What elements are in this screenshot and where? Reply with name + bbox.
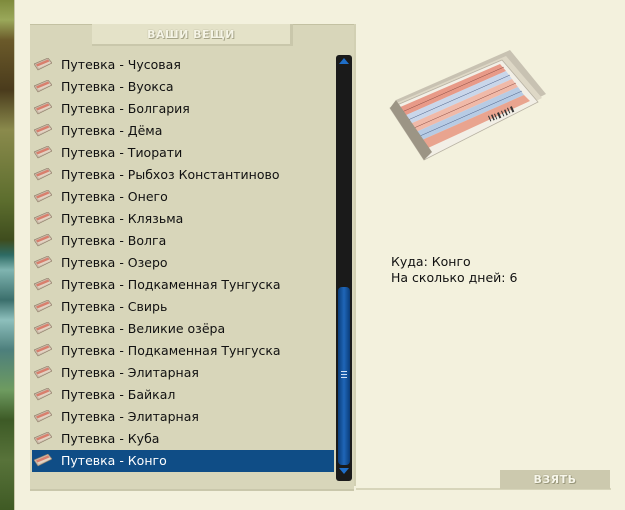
ticket-icon	[34, 300, 52, 313]
list-item-label: Путевка - Конго	[61, 453, 167, 468]
ticket-icon	[34, 190, 52, 203]
ticket-icon	[34, 432, 52, 445]
days-row: На сколько дней: 6	[391, 270, 517, 286]
list-item[interactable]: Путевка - Свирь	[32, 296, 334, 318]
list-item[interactable]: Путевка - Элитарная	[32, 362, 334, 384]
ticket-icon	[34, 388, 52, 401]
list-item[interactable]: Путевка - Вуокса	[32, 76, 334, 98]
list-item[interactable]: Путевка - Рыбхоз Константиново	[32, 164, 334, 186]
background-scenery	[0, 0, 14, 510]
list-item[interactable]: Путевка - Озеро	[32, 252, 334, 274]
days-label: На сколько дней:	[391, 270, 506, 285]
list-item-label: Путевка - Рыбхоз Константиново	[61, 167, 280, 182]
list-item-label: Путевка - Клязьма	[61, 211, 184, 226]
ticket-icon	[34, 58, 52, 71]
list-item[interactable]: Путевка - Элитарная	[32, 406, 334, 428]
destination-row: Куда: Конго	[391, 254, 517, 270]
list-item-label: Путевка - Волга	[61, 233, 167, 248]
ticket-icon	[34, 212, 52, 225]
list-item-label: Путевка - Элитарная	[61, 365, 199, 380]
scroll-up-icon[interactable]	[338, 57, 350, 65]
list-item[interactable]: Путевка - Онего	[32, 186, 334, 208]
list-item-label: Путевка - Элитарная	[61, 409, 199, 424]
list-item[interactable]: Путевка - Тиорати	[32, 142, 334, 164]
list-item[interactable]: Путевка - Болгария	[32, 98, 334, 120]
list-item[interactable]: Путевка - Подкаменная Тунгуска	[32, 274, 334, 296]
list-item-label: Путевка - Озеро	[61, 255, 168, 270]
panel-divider	[30, 489, 354, 491]
take-button[interactable]: ВЗЯТЬ	[500, 470, 610, 489]
scroll-thumb[interactable]	[338, 287, 350, 465]
list-item[interactable]: Путевка - Клязьма	[32, 208, 334, 230]
ticket-icon	[34, 146, 52, 159]
list-item[interactable]: Путевка - Байкал	[32, 384, 334, 406]
list-item[interactable]: Путевка - Великие озёра	[32, 318, 334, 340]
list-item-label: Путевка - Болгария	[61, 101, 190, 116]
ticket-icon	[34, 124, 52, 137]
ticket-booklet-image	[389, 50, 546, 161]
list-item-label: Путевка - Куба	[61, 431, 160, 446]
destination-label: Куда:	[391, 254, 428, 269]
scrollbar[interactable]	[336, 55, 352, 481]
list-item-label: Путевка - Свирь	[61, 299, 168, 314]
panel-edge	[354, 24, 356, 486]
list-item-label: Путевка - Вуокса	[61, 79, 174, 94]
list-item[interactable]: Путевка - Куба	[32, 428, 334, 450]
ticket-icon	[34, 80, 52, 93]
list-item[interactable]: Путевка - Конго	[32, 450, 334, 472]
list-item-label: Путевка - Подкаменная Тунгуска	[61, 343, 281, 358]
list-item-label: Путевка - Байкал	[61, 387, 176, 402]
list-item-label: Путевка - Подкаменная Тунгуска	[61, 277, 281, 292]
ticket-icon	[34, 278, 52, 291]
ticket-icon	[34, 102, 52, 115]
ticket-icon	[34, 454, 52, 467]
ticket-icon	[34, 410, 52, 423]
ticket-icon	[34, 366, 52, 379]
inventory-header: ВАШИ ВЕЩИ	[92, 24, 293, 46]
ticket-icon	[34, 256, 52, 269]
ticket-icon	[34, 322, 52, 335]
list-item-label: Путевка - Великие озёра	[61, 321, 226, 336]
item-list: Путевка - Чусовая Путевка - Вуокса Путевка…	[32, 54, 334, 472]
item-details: Куда: Конго На сколько дней: 6	[391, 254, 517, 286]
ticket-icon	[34, 234, 52, 247]
list-item-label: Путевка - Дёма	[61, 123, 163, 138]
list-item-label: Путевка - Тиорати	[61, 145, 183, 160]
scroll-grip-icon	[341, 371, 347, 378]
list-item[interactable]: Путевка - Подкаменная Тунгуска	[32, 340, 334, 362]
ticket-icon	[34, 168, 52, 181]
destination-value: Конго	[431, 254, 471, 269]
ticket-icon	[34, 344, 52, 357]
list-item-label: Путевка - Чусовая	[61, 57, 181, 72]
list-item-label: Путевка - Онего	[61, 189, 168, 204]
list-item[interactable]: Путевка - Дёма	[32, 120, 334, 142]
list-item[interactable]: Путевка - Волга	[32, 230, 334, 252]
days-value: 6	[509, 270, 518, 285]
scroll-down-icon[interactable]	[338, 467, 350, 475]
list-item[interactable]: Путевка - Чусовая	[32, 54, 334, 76]
